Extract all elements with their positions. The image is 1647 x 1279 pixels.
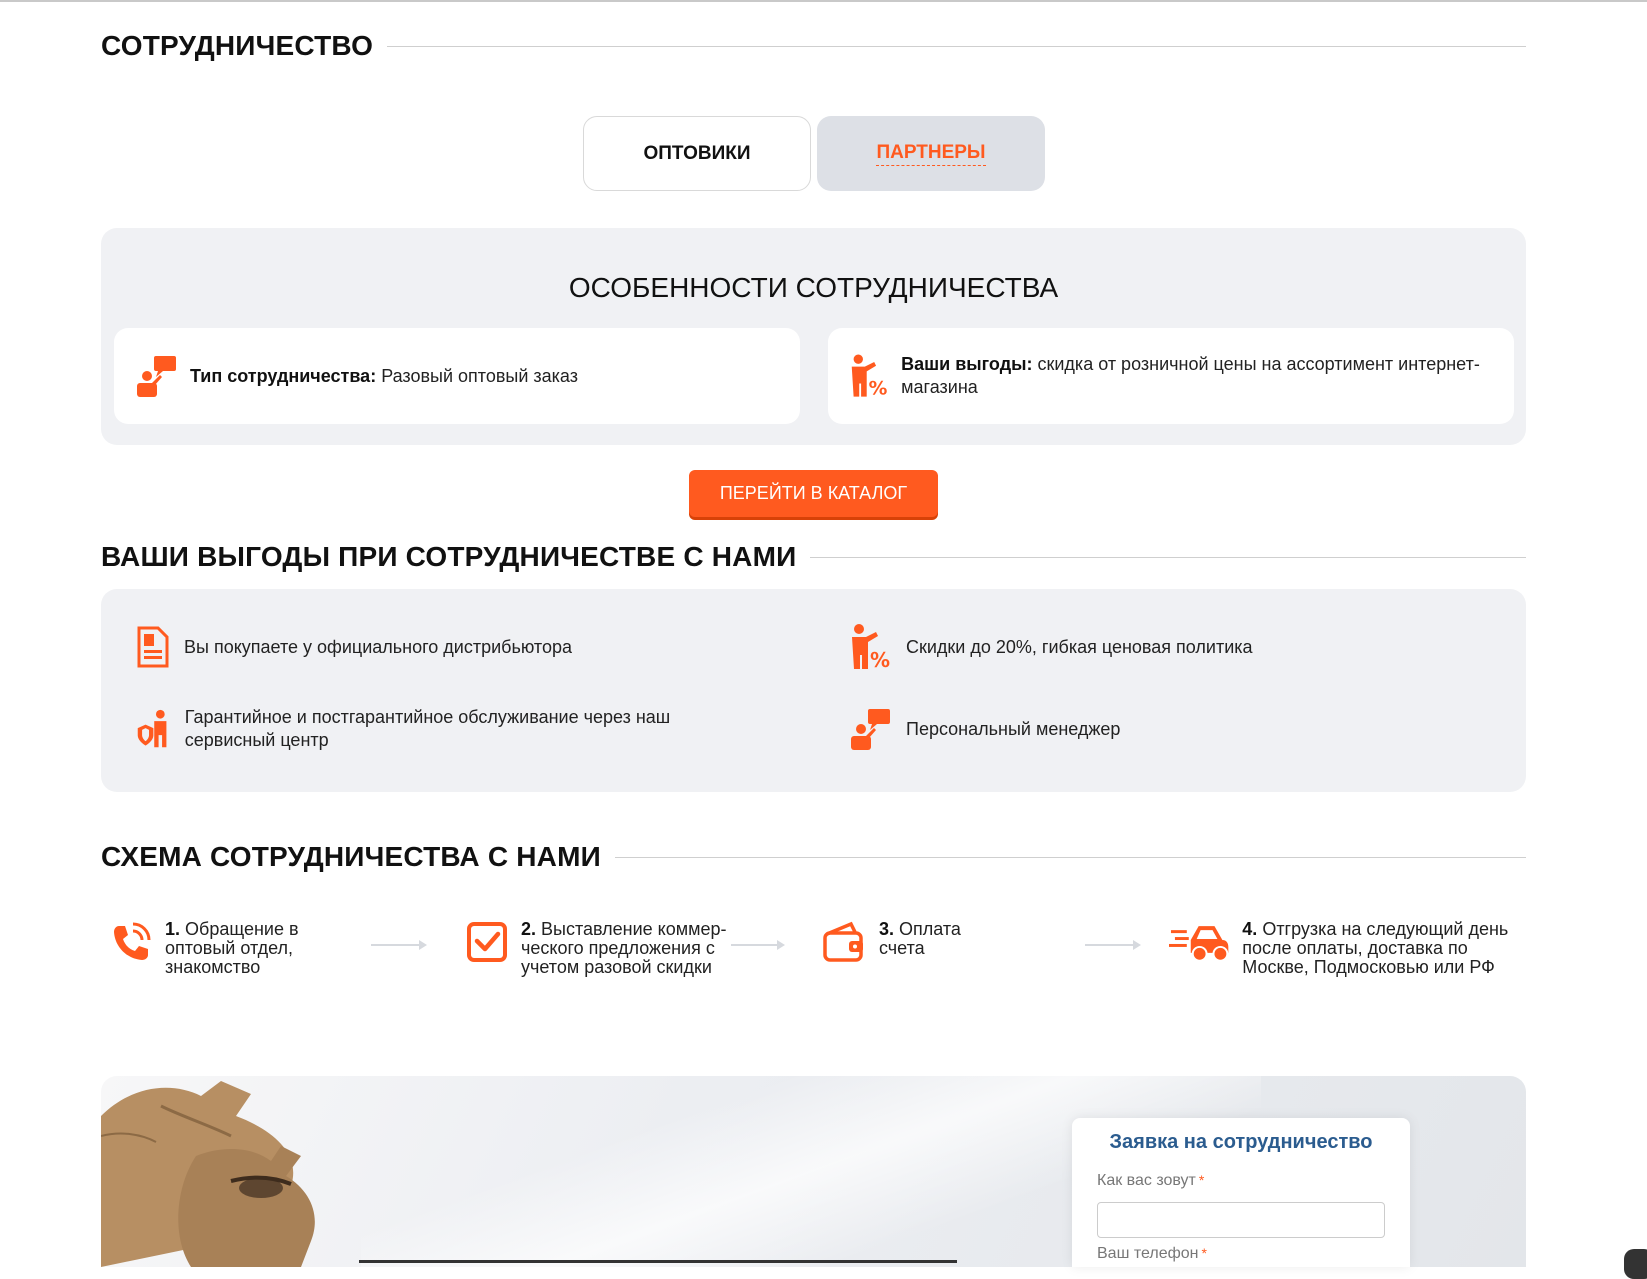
step-text: 2. Выставление коммер-ческого предложени… [521,920,741,977]
button-label: ПЕРЕЙТИ В КАТАЛОГ [719,483,908,503]
banner-slider-bar [359,1260,957,1263]
step-number: 1. [165,919,181,939]
name-field-label: Как вас зовут * [1097,1172,1204,1190]
section-rule [614,856,1526,858]
step-arrow [371,940,427,950]
scroll-to-top-button[interactable] [1624,1249,1647,1279]
section-rule [387,45,1526,47]
cooperation-form: Заявка на сотрудничество Как вас зовут * … [1072,1118,1410,1267]
discount-person-icon: % [852,624,890,671]
tab-label: ПАРТНЕРЫ [876,142,986,166]
tab-wholesalers[interactable]: ОПТОВИКИ [583,116,811,191]
section-header-cooperation: СОТРУДНИЧЕСТВО [101,30,1526,62]
feature-card-type: Тип сотрудничества: Разовый оптовый зака… [114,328,800,424]
step-arrow [1085,940,1141,950]
document-icon [137,626,169,668]
step-description: Выставление коммер-ческого предложения с… [521,919,727,977]
svg-text:%: % [870,648,890,671]
required-mark: * [1198,1172,1205,1188]
feature-text: Ваши выгоды: скидка от розничной цены на… [901,353,1514,399]
phone-icon [114,922,151,960]
section-header-scheme: СХЕМА СОТРУДНИЧЕСТВА С НАМИ [101,841,1526,873]
section-rule [810,556,1526,558]
scheme-step-3: 3. Оплата счета [821,920,1101,964]
phone-field-label: Ваш телефон * [1097,1245,1207,1263]
scheme-step-2: 2. Выставление коммер-ческого предложени… [465,920,755,977]
money-bags-image [101,1081,315,1267]
benefit-text: Гарантийное и постгарантийное обслуживан… [184,707,671,750]
step-arrow [731,940,785,950]
section-title-cooperation: СОТРУДНИЧЕСТВО [101,30,374,61]
benefits-panel: Вы покупаете у официального дистрибьютор… [101,589,1526,792]
feature-text: Тип сотрудничества: Разовый оптовый зака… [190,365,578,388]
section-title-scheme: СХЕМА СОТРУДНИЧЕСТВА С НАМИ [101,841,601,872]
required-mark: * [1201,1245,1207,1261]
feature-label: Ваши выгоды: [901,354,1033,374]
manager-chat-icon [137,356,176,397]
top-divider [0,0,1647,2]
benefit-text: Персональный менеджер [906,718,1121,739]
step-number: 3. [879,919,895,939]
feature-label: Тип сотрудничества: [190,365,377,386]
name-input[interactable] [1097,1202,1385,1238]
wallet-icon [823,921,863,962]
delivery-car-icon [1169,926,1229,962]
manager-chat-icon [851,709,890,750]
step-text: 4. Отгрузка на следующий день после опла… [1242,920,1529,977]
section-title-benefits: ВАШИ ВЫГОДЫ ПРИ СОТРУДНИЧЕСТВЕ С НАМИ [101,541,797,572]
step-description: Отгрузка на следующий день после оплаты,… [1242,919,1509,977]
feature-card-benefits: % Ваши выгоды: скидка от розничной цены … [828,328,1514,424]
scheme-step-4: 4. Отгрузка на следующий день после опла… [1169,920,1529,977]
benefit-text: Скидки до 20%, гибкая ценовая политика [906,636,1253,657]
step-number: 2. [521,919,537,939]
go-to-catalog-button[interactable]: ПЕРЕЙТИ В КАТАЛОГ [689,470,938,517]
benefit-item: Гарантийное и постгарантийное обслуживан… [136,706,736,752]
features-title: ОСОБЕННОСТИ СОТРУДНИЧЕСТВА [568,272,1059,303]
tab-partners[interactable]: ПАРТНЕРЫ [817,116,1045,191]
label-text: Как вас зовут [1097,1172,1196,1189]
svg-text:%: % [869,379,888,400]
step-description: Обращение в оптовый отдел, знакомство [165,919,299,977]
label-text: Ваш телефон [1097,1245,1199,1262]
step-text: 3. Оплата счета [879,920,989,958]
scheme-steps: 1. Обращение в оптовый отдел, знакомство… [101,920,1526,1010]
checkbox-icon [467,922,507,962]
step-number: 4. [1242,919,1258,939]
section-header-benefits: ВАШИ ВЫГОДЫ ПРИ СОТРУДНИЧЕСТВЕ С НАМИ [101,541,1526,573]
step-text: 1. Обращение в оптовый отдел, знакомство [165,920,335,977]
cooperation-tabs: ОПТОВИКИ ПАРТНЕРЫ [583,116,1045,191]
benefit-item: Персональный менеджер [848,707,1120,751]
form-title: Заявка на сотрудничество [1109,1131,1373,1153]
benefit-item: Вы покупаете у официального дистрибьютор… [136,625,572,669]
scheme-step-1: 1. Обращение в оптовый отдел, знакомство [109,920,339,977]
benefit-text: Вы покупаете у официального дистрибьютор… [184,636,573,657]
features-panel: ОСОБЕННОСТИ СОТРУДНИЧЕСТВА Тип сотруднич… [101,228,1526,445]
tab-label: ОПТОВИКИ [643,142,751,164]
feature-value: Разовый оптовый заказ [376,365,578,386]
shield-person-icon [137,709,167,748]
discount-person-icon: % [851,354,888,400]
benefit-item: % Скидки до 20%, гибкая ценовая политика [848,623,1253,671]
